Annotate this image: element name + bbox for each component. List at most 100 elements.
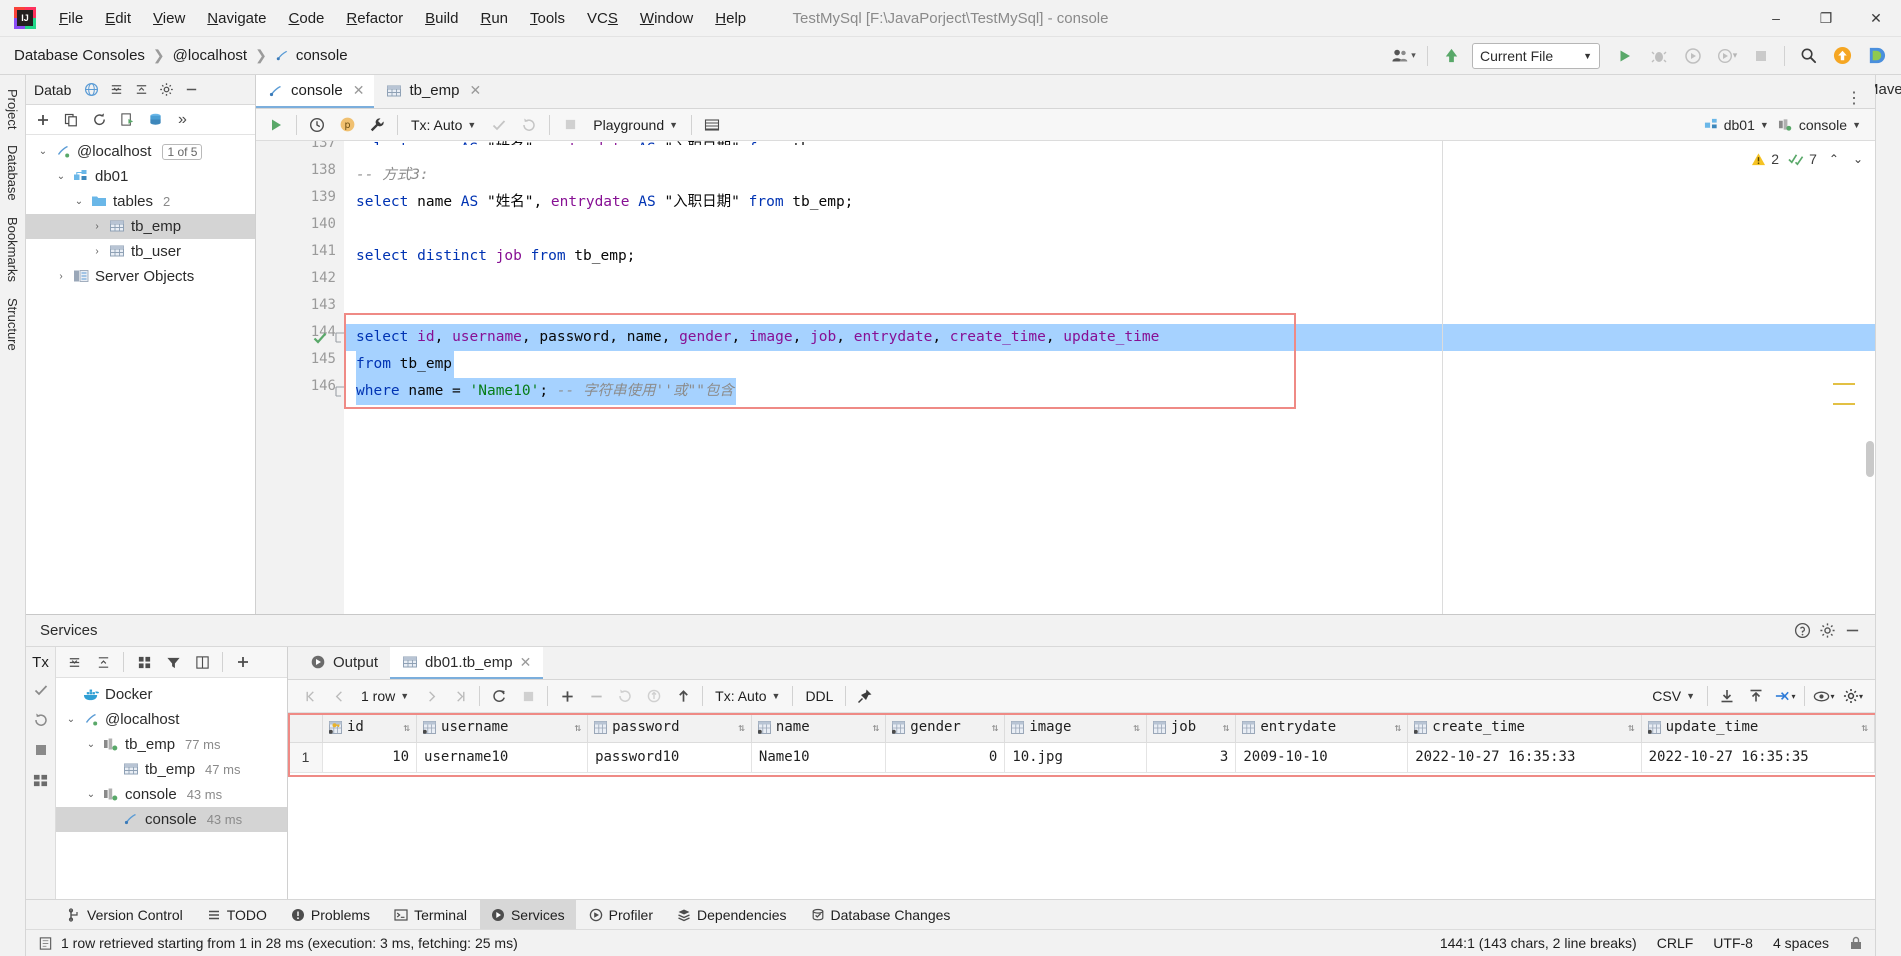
ddl-button[interactable]: DDL <box>798 684 840 708</box>
editor-marker-warning[interactable] <box>1833 403 1855 405</box>
cell-image[interactable]: 10.jpg <box>1004 741 1147 773</box>
service-tree-item-console[interactable]: console 43 ms <box>56 807 287 832</box>
sort-indicator-icon[interactable]: ⇅ <box>1861 721 1868 734</box>
sort-indicator-icon[interactable]: ⇅ <box>1223 721 1230 734</box>
statement-ok-check-icon[interactable] <box>312 330 328 346</box>
user-avatar-icon[interactable]: ▾ <box>1389 42 1419 70</box>
code-line[interactable]: select name AS "姓名", entrydate AS "入职日期"… <box>356 189 853 216</box>
db-layers-icon[interactable] <box>142 108 168 132</box>
stop-icon[interactable] <box>29 739 53 761</box>
column-header-update_time[interactable]: update_time ⇅ <box>1640 713 1875 743</box>
run-configuration-selector[interactable]: Current File ▼ <box>1472 42 1600 69</box>
menu-navigate[interactable]: Navigate <box>196 6 277 31</box>
menu-tools[interactable]: Tools <box>519 6 576 31</box>
db-tree-item-db01[interactable]: ⌄ db01 <box>26 164 255 189</box>
db-tree-item-tb_emp[interactable]: › tb_emp <box>26 214 255 239</box>
column-header-create_time[interactable]: create_time ⇅ <box>1407 713 1642 743</box>
update-project-icon[interactable] <box>1436 42 1466 70</box>
db-tree-item-localhost[interactable]: ⌄ @localhost 1 of 5 <box>26 139 255 164</box>
debug-icon[interactable] <box>1644 42 1674 70</box>
cell-password[interactable]: password10 <box>587 741 752 773</box>
globe-icon[interactable] <box>80 79 102 101</box>
editor-tab-console[interactable]: console ✕ <box>256 75 375 108</box>
column-header-password[interactable]: password ⇅ <box>587 713 752 743</box>
help-icon[interactable] <box>1794 622 1811 639</box>
columns-icon[interactable] <box>189 650 215 674</box>
services-tab-output[interactable]: Output <box>298 647 390 679</box>
commit-icon[interactable] <box>485 112 513 138</box>
caret-position[interactable]: 144:1 (143 chars, 2 line breaks) <box>1440 935 1637 951</box>
cell-job[interactable]: 3 <box>1145 741 1237 773</box>
menu-help[interactable]: Help <box>704 6 757 31</box>
table-row[interactable]: 1 10 username10 password10 Name10 0 10.jpg 3 200… <box>288 741 1875 773</box>
tool-window-button-terminal[interactable]: Terminal <box>383 900 478 930</box>
run-icon[interactable] <box>1610 42 1640 70</box>
editor-tab-tb_emp[interactable]: tb_emp ✕ <box>374 75 491 108</box>
delete-row-icon[interactable] <box>582 683 610 709</box>
hide-icon[interactable] <box>1844 622 1861 639</box>
tx-mode-selector[interactable]: Tx: Auto ▼ <box>404 113 483 137</box>
code-content[interactable]: select name AS "姓名", entrydate AS "入职日期"… <box>344 141 1875 614</box>
grid-settings-icon[interactable]: ▾ <box>1839 683 1867 709</box>
result-table[interactable]: id ⇅ username ⇅ password ⇅ name ⇅ gender ⇅ image ⇅ j… <box>288 713 1875 773</box>
column-header-entrydate[interactable]: entrydate ⇅ <box>1235 713 1409 743</box>
column-header-username[interactable]: username ⇅ <box>416 713 589 743</box>
search-everywhere-icon[interactable] <box>1793 42 1823 70</box>
sort-indicator-icon[interactable]: ⇅ <box>574 721 581 734</box>
export-to-file-icon[interactable] <box>1713 683 1741 709</box>
filter-icon[interactable] <box>160 650 186 674</box>
menu-view[interactable]: View <box>142 6 196 31</box>
menu-file[interactable]: File <box>48 6 94 31</box>
rollback-icon[interactable] <box>29 709 53 731</box>
service-tree-item-tb_emp[interactable]: ⌄ tb_emp 77 ms <box>56 732 287 757</box>
rail-tab-database[interactable]: Database <box>1 137 24 209</box>
tree-expander-icon[interactable]: ⌄ <box>84 789 98 800</box>
grid-tx-selector[interactable]: Tx: Auto ▼ <box>708 684 787 708</box>
reload-icon[interactable] <box>485 683 513 709</box>
editor-marker-warning[interactable] <box>1833 383 1855 385</box>
cell-entrydate[interactable]: 2009-10-10 <box>1235 741 1409 773</box>
collapse-icon[interactable] <box>105 79 127 101</box>
service-tree-item-console[interactable]: ⌄ console 43 ms <box>56 782 287 807</box>
revert-selected-icon[interactable] <box>640 683 668 709</box>
code-editor[interactable]: 137138139140141142143144145146 select na… <box>256 141 1875 614</box>
column-header-job[interactable]: job ⇅ <box>1145 713 1237 743</box>
read-write-lock-icon[interactable] <box>1849 936 1863 951</box>
data-grid[interactable]: id ⇅ username ⇅ password ⇅ name ⇅ gender ⇅ image ⇅ j… <box>288 713 1875 899</box>
db-tree-item-serverobjects[interactable]: › Server Objects <box>26 264 255 289</box>
menu-run[interactable]: Run <box>469 6 519 31</box>
close-icon[interactable]: ✕ <box>469 82 481 99</box>
schema-selector[interactable]: Playground ▼ <box>586 113 685 137</box>
code-line[interactable]: -- 方式3: <box>356 162 429 189</box>
history-icon[interactable] <box>303 112 331 138</box>
refresh-icon[interactable] <box>86 108 112 132</box>
db-tree-item-tb_user[interactable]: › tb_user <box>26 239 255 264</box>
profile-icon[interactable]: ▾ <box>1712 42 1742 70</box>
import-from-file-icon[interactable] <box>1742 683 1770 709</box>
indent-setting[interactable]: 4 spaces <box>1773 935 1829 951</box>
copy-icon[interactable] <box>58 108 84 132</box>
export-format-selector[interactable]: CSV ▼ <box>1645 684 1702 708</box>
code-line[interactable]: select name AS "姓名", entrydate AS "入职日期"… <box>356 141 853 145</box>
column-header-id[interactable]: id ⇅ <box>321 713 418 743</box>
minimize-button[interactable]: – <box>1751 0 1801 37</box>
execute-icon[interactable] <box>262 112 290 138</box>
service-tree-item-docker[interactable]: Docker <box>56 682 287 707</box>
ide-eye-icon[interactable] <box>1861 42 1891 70</box>
settings-gear-icon[interactable] <box>1819 622 1836 639</box>
column-header-gender[interactable]: gender ⇅ <box>885 713 1006 743</box>
sort-indicator-icon[interactable]: ⇅ <box>992 721 999 734</box>
tree-expander-icon[interactable]: ⌄ <box>72 196 86 207</box>
rollback-icon[interactable] <box>515 112 543 138</box>
submit-icon[interactable] <box>669 683 697 709</box>
menu-edit[interactable]: Edit <box>94 6 142 31</box>
breadcrumb-file[interactable]: console <box>296 47 348 64</box>
first-page-icon[interactable] <box>296 683 324 709</box>
wrench-icon[interactable] <box>363 112 391 138</box>
service-tree-item-tb_emp[interactable]: tb_emp 47 ms <box>56 757 287 782</box>
run-script-icon[interactable] <box>114 108 140 132</box>
cell-name[interactable]: Name10 <box>750 741 887 773</box>
run-coverage-icon[interactable] <box>1678 42 1708 70</box>
sort-indicator-icon[interactable]: ⇅ <box>403 721 410 734</box>
editor-vertical-scrollbar[interactable] <box>1866 441 1874 477</box>
